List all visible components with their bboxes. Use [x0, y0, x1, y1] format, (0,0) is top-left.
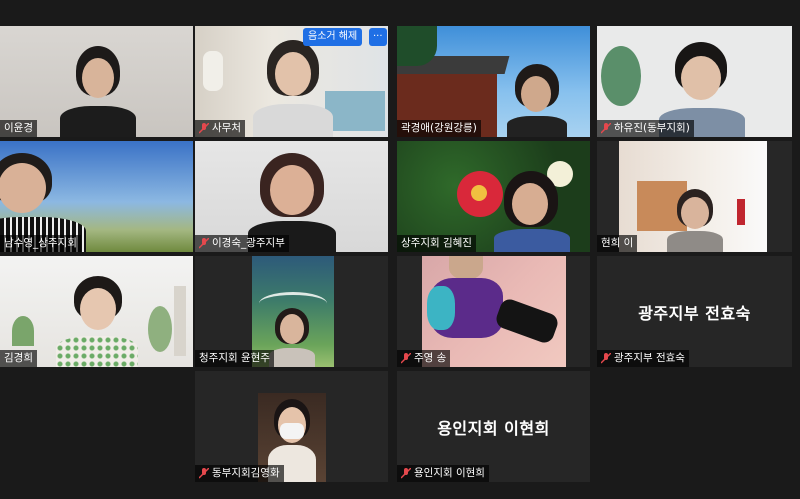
participant-name-label: 동부지회김영화 [195, 465, 284, 482]
participant-name-label: 광주지부 전효숙 [597, 350, 689, 367]
video-tile-7[interactable]: 상주지회 김혜진 [397, 141, 590, 252]
participant-name-label: 용인지회 이현희 [397, 465, 489, 482]
participant-name-label: 현희 이 [597, 235, 638, 252]
video-tile-12-video-off[interactable]: 광주지부 전효숙 광주지부 전효숙 [597, 256, 792, 367]
participant-name-label: 사무처 [195, 120, 245, 137]
participant-video [665, 189, 725, 252]
participant-video [52, 46, 142, 137]
muted-mic-icon [199, 123, 209, 134]
muted-mic-icon [199, 468, 209, 479]
muted-mic-icon [601, 123, 611, 134]
participant-name-label: 하유진(동부지회) [597, 120, 694, 137]
video-tile-9[interactable]: 김경희 [0, 256, 193, 367]
video-tile-11[interactable]: 주영 송 [397, 256, 590, 367]
unmute-request-button[interactable]: 음소거 해제 [303, 28, 363, 46]
participant-name-label: 주영 송 [397, 350, 451, 367]
video-tile-2[interactable]: 음소거 해제 ··· 사무처 [195, 26, 388, 137]
video-tile-3[interactable]: 곽경애(강원강릉) [397, 26, 590, 137]
participant-name-label: 곽경애(강원강릉) [397, 120, 481, 137]
video-tile-8-active-speaker[interactable]: 현희 이 [597, 141, 792, 252]
video-tile-6[interactable]: 이경숙_광주지부 [195, 141, 388, 252]
participant-video [52, 276, 142, 367]
participant-video [507, 64, 567, 137]
video-tile-1[interactable]: 이윤경 [0, 26, 193, 137]
participant-video [492, 171, 572, 252]
video-tile-10[interactable]: 청주지회 윤현주 [195, 256, 388, 367]
muted-mic-icon [401, 468, 411, 479]
video-tile-14-video-off[interactable]: 용인지회 이현희 용인지회 이현희 [397, 371, 590, 482]
video-tile-4[interactable]: 하유진(동부지회) [597, 26, 792, 137]
muted-mic-icon [601, 353, 611, 364]
participant-name-label: 이윤경 [0, 120, 37, 137]
participant-name-label: 청주지회 윤현주 [195, 350, 274, 367]
participant-name-label: 남수영_상주지회 [0, 235, 81, 252]
video-tile-5[interactable]: 남수영_상주지회 [0, 141, 193, 252]
participant-name-label: 이경숙_광주지부 [195, 235, 289, 252]
participant-video [268, 308, 315, 367]
more-options-button[interactable]: ··· [369, 28, 387, 46]
mask [279, 423, 304, 439]
participant-name-label: 김경희 [0, 350, 37, 367]
participant-video [247, 40, 337, 137]
participant-name-label: 상주지회 김혜진 [397, 235, 476, 252]
muted-mic-icon [199, 238, 209, 249]
video-tile-13[interactable]: 동부지회김영화 [195, 371, 388, 482]
muted-mic-icon [401, 353, 411, 364]
